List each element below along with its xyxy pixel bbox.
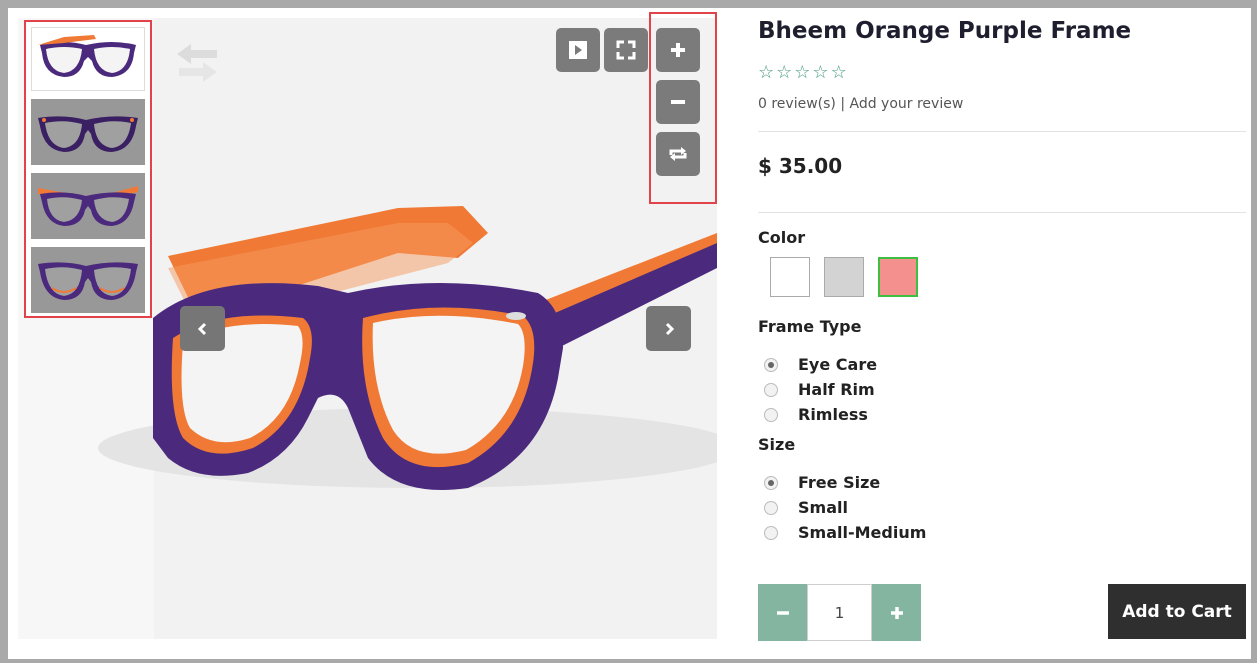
- plus-icon: [890, 606, 903, 619]
- rating-stars[interactable]: ☆ ☆ ☆ ☆ ☆: [758, 64, 847, 82]
- color-swatch-pink[interactable]: [878, 257, 918, 297]
- radio-button[interactable]: [764, 475, 778, 490]
- fullscreen-icon: [616, 40, 636, 60]
- frame-type-option[interactable]: Rimless: [764, 402, 877, 427]
- color-label: Color: [758, 228, 806, 247]
- radio-label: Rimless: [798, 405, 868, 424]
- star-icon[interactable]: ☆: [831, 64, 847, 82]
- radio-label: Free Size: [798, 473, 881, 492]
- size-options: Free Size Small Small-Medium: [764, 470, 926, 545]
- prev-image-button[interactable]: [180, 306, 225, 351]
- chevron-right-icon: [665, 322, 674, 335]
- glasses-thumbnail-image: [38, 186, 138, 226]
- color-swatches: [770, 257, 918, 297]
- radio-button[interactable]: [764, 407, 778, 422]
- frame-type-label: Frame Type: [758, 317, 862, 336]
- add-review-link[interactable]: Add your review: [850, 96, 964, 112]
- size-label: Size: [758, 435, 796, 454]
- quantity-input[interactable]: [807, 584, 872, 641]
- glasses-thumbnail-image: [38, 262, 138, 300]
- reviews-count-link[interactable]: 0 review(s): [758, 96, 836, 112]
- product-price: $ 35.00: [758, 154, 843, 178]
- star-icon[interactable]: ☆: [812, 64, 828, 82]
- size-option[interactable]: Small: [764, 495, 926, 520]
- reviews-separator: |: [835, 96, 850, 112]
- color-swatch-gray[interactable]: [824, 257, 864, 297]
- radio-label: Small-Medium: [798, 523, 927, 542]
- play-icon: [569, 41, 587, 59]
- thumbnail-4[interactable]: [31, 247, 145, 313]
- glasses-thumbnail-image: [38, 35, 136, 77]
- radio-label: Eye Care: [798, 355, 878, 374]
- swap-arrows-icon: [177, 44, 217, 82]
- size-option[interactable]: Small-Medium: [764, 520, 926, 545]
- add-to-cart-button[interactable]: Add to Cart: [1108, 584, 1246, 639]
- fullscreen-button[interactable]: [604, 28, 648, 72]
- frame-type-option[interactable]: Eye Care: [764, 352, 877, 377]
- minus-icon: [776, 610, 789, 615]
- quantity-increase-button[interactable]: [872, 584, 921, 641]
- radio-label: Small: [798, 498, 848, 517]
- play-button[interactable]: [556, 28, 600, 72]
- thumbnail-2[interactable]: [31, 99, 145, 165]
- divider: [758, 212, 1246, 213]
- quantity-stepper: [758, 584, 921, 641]
- radio-button[interactable]: [764, 525, 778, 540]
- star-icon[interactable]: ☆: [776, 64, 792, 82]
- chevron-left-icon: [197, 322, 206, 335]
- frame-type-options: Eye Care Half Rim Rimless: [764, 352, 877, 427]
- thumbnail-3[interactable]: [31, 173, 145, 239]
- star-icon[interactable]: ☆: [794, 64, 810, 82]
- radio-button[interactable]: [764, 500, 778, 515]
- size-option[interactable]: Free Size: [764, 470, 926, 495]
- next-image-button[interactable]: [646, 306, 691, 351]
- star-icon[interactable]: ☆: [758, 64, 774, 82]
- product-title: Bheem Orange Purple Frame: [758, 18, 1132, 44]
- radio-button[interactable]: [764, 382, 778, 397]
- color-swatch-white[interactable]: [770, 257, 810, 297]
- thumbnail-strip: [24, 20, 152, 318]
- zoom-controls-highlight: [649, 12, 717, 204]
- glasses-thumbnail-image: [38, 116, 138, 152]
- reviews-line: 0 review(s) | Add your review: [758, 96, 963, 112]
- radio-label: Half Rim: [798, 380, 875, 399]
- frame-type-option[interactable]: Half Rim: [764, 377, 877, 402]
- radio-button[interactable]: [764, 357, 778, 372]
- divider: [758, 131, 1246, 132]
- quantity-decrease-button[interactable]: [758, 584, 807, 641]
- thumbnail-1[interactable]: [31, 27, 145, 91]
